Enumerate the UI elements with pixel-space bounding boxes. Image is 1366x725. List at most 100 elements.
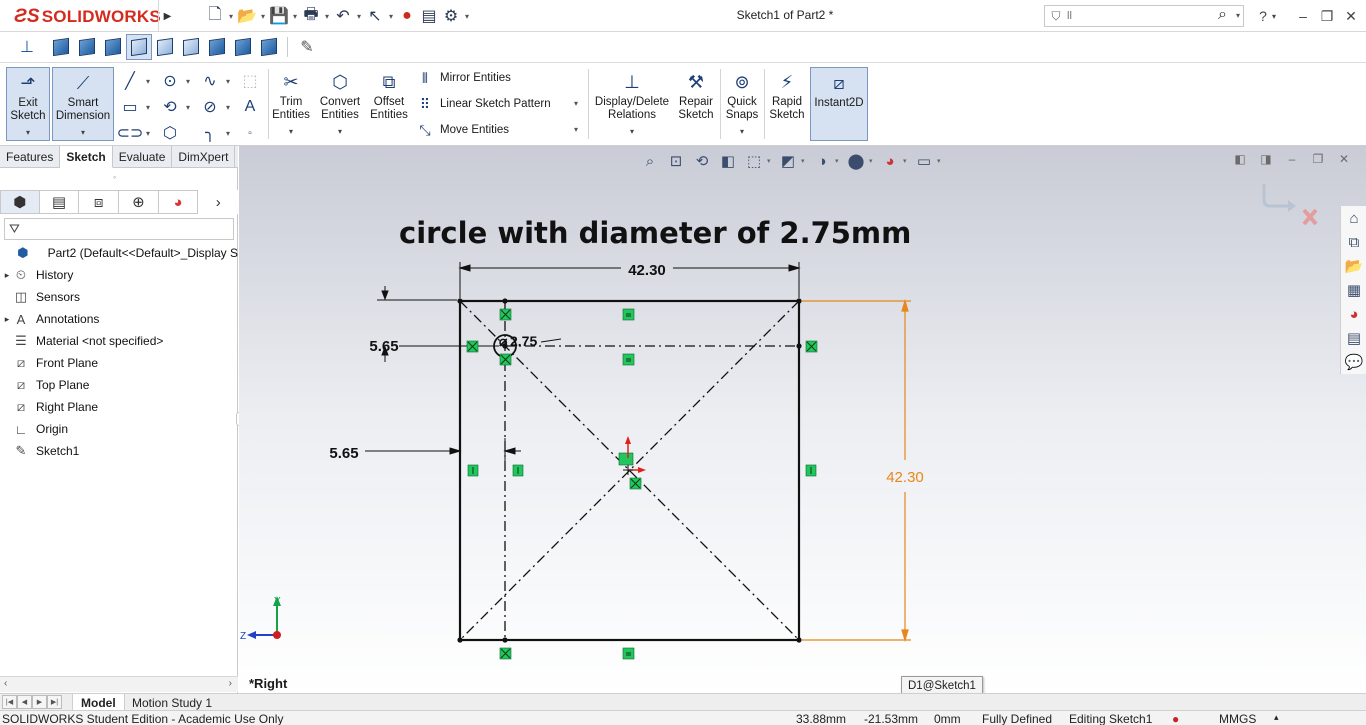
exit-sketch-dropdown[interactable]: ▾ <box>26 126 30 139</box>
undo-dropdown[interactable]: ▾ <box>354 12 364 21</box>
tree-item[interactable]: ⧄ Top Plane <box>0 374 238 396</box>
first-tab-icon[interactable]: |◀ <box>2 695 17 709</box>
right-view-icon[interactable] <box>126 34 152 60</box>
help-dropdown[interactable]: ▾ <box>1268 6 1280 26</box>
tree-item[interactable]: ☰ Material <not specified> <box>0 330 238 352</box>
hide-show-items-icon[interactable]: ◑ <box>809 150 835 172</box>
trim-entities-button[interactable]: ✂ Trim Entities ▾ <box>270 67 312 141</box>
tab-motion-study[interactable]: Motion Study 1 <box>124 694 220 711</box>
new-dropdown[interactable]: ▾ <box>226 12 236 21</box>
tab-model[interactable]: Model <box>72 694 125 711</box>
window-minimize-icon[interactable]: – <box>1282 152 1302 168</box>
undo-icon[interactable]: ↶ <box>332 6 354 26</box>
exit-sketch-button[interactable]: ⬏ Exit Sketch ▾ <box>6 67 50 141</box>
section-view-icon[interactable]: ◧ <box>715 150 741 172</box>
dimension-right-value[interactable]: 42.30 <box>886 469 924 486</box>
rebuild-traffic-light-icon[interactable]: ● <box>396 6 418 26</box>
select-dropdown[interactable]: ▾ <box>386 12 396 21</box>
last-tab-icon[interactable]: ▶| <box>47 695 62 709</box>
circle-icon[interactable]: ⊙ <box>158 71 182 91</box>
smart-dimension-dropdown[interactable]: ▾ <box>81 126 85 139</box>
expand-arrow-icon[interactable]: ▸ <box>2 270 12 281</box>
dimxpert-manager-tab-icon[interactable]: ⊕ <box>119 190 159 214</box>
open-dropdown[interactable]: ▾ <box>258 12 268 21</box>
print-dropdown[interactable]: ▾ <box>322 12 332 21</box>
prev-tab-icon[interactable]: ◀ <box>17 695 32 709</box>
plane-sketch-icon[interactable]: ⬚ <box>238 71 262 91</box>
search-box[interactable]: ⛉ ⌕ ▾ <box>1044 5 1244 27</box>
forum-icon[interactable]: 💬 <box>1341 350 1366 374</box>
options-dropdown[interactable]: ▾ <box>462 12 472 21</box>
apply-scene-icon[interactable]: ◕ <box>877 150 903 172</box>
rectangle-icon[interactable]: ▭ <box>118 97 142 117</box>
polygon-icon[interactable]: ⬡ <box>158 123 182 143</box>
ellipse-icon[interactable]: ⊘ <box>198 97 222 117</box>
display-delete-relations-button[interactable]: ⊥ Display/Delete Relations ▾ <box>592 67 672 141</box>
tree-item[interactable]: ▸ A Annotations <box>0 308 238 330</box>
tab-evaluate[interactable]: Evaluate <box>113 146 173 168</box>
convert-dropdown[interactable]: ▾ <box>338 125 342 138</box>
custom-properties-icon[interactable]: ▤ <box>1341 326 1366 350</box>
select-pointer-icon[interactable]: ↖ <box>364 6 386 26</box>
smart-dimension-button[interactable]: ⟋ Smart Dimension ▾ <box>52 67 114 141</box>
panel-horizontal-scrollbar[interactable]: ‹ › <box>0 676 238 692</box>
display-manager-tab-icon[interactable]: ◕ <box>158 190 199 214</box>
tile-right-icon[interactable]: ◨ <box>1256 152 1276 168</box>
slot-icon[interactable]: ⟲ <box>158 97 182 117</box>
spline-icon[interactable]: ∿ <box>198 71 222 91</box>
view-selector-icon[interactable]: ✎ <box>294 34 320 60</box>
instant2d-button[interactable]: ⧄ Instant2D <box>810 67 868 141</box>
file-explorer-icon[interactable]: 📂 <box>1341 254 1366 278</box>
front-view-icon[interactable] <box>48 34 74 60</box>
tab-dimxpert[interactable]: DimXpert <box>172 146 236 168</box>
configuration-manager-tab-icon[interactable]: ⧈ <box>79 190 120 214</box>
menu-expand-arrow[interactable]: ▶ <box>158 0 176 32</box>
convert-entities-button[interactable]: ⬡ Convert Entities ▾ <box>316 67 364 141</box>
edit-appearance-icon[interactable]: ⬤ <box>843 150 869 172</box>
bottom-view-icon[interactable] <box>178 34 204 60</box>
repair-sketch-button[interactable]: ⚒ Repair Sketch <box>676 67 716 141</box>
units-dropdown[interactable]: ▴ <box>1274 712 1279 723</box>
new-document-icon[interactable]: 🗋 <box>204 6 226 26</box>
solidworks-resources-icon[interactable]: ⌂ <box>1341 206 1366 230</box>
relations-dropdown[interactable]: ▾ <box>630 125 634 138</box>
offset-entities-button[interactable]: ⧉ Offset Entities <box>366 67 412 141</box>
search-dropdown[interactable]: ▾ <box>1236 11 1240 20</box>
options-gear-icon[interactable]: ⚙ <box>440 6 462 26</box>
tree-item[interactable]: ⧄ Right Plane <box>0 396 238 418</box>
save-dropdown[interactable]: ▾ <box>290 12 300 21</box>
previous-view-icon[interactable]: ⟲ <box>689 150 715 172</box>
save-icon[interactable]: 💾 <box>268 6 290 26</box>
move-entities-button[interactable]: ⤡ Move Entities <box>414 120 509 140</box>
exit-sketch-corner-icon[interactable] <box>1262 184 1290 208</box>
quick-snaps-button[interactable]: ⊚ Quick Snaps ▾ <box>722 67 762 141</box>
file-properties-icon[interactable]: ▤ <box>418 6 440 26</box>
tree-item[interactable]: ▸ ⏲ History <box>0 264 238 286</box>
zoom-to-area-icon[interactable]: ⊡ <box>663 150 689 172</box>
search-icon[interactable]: ⌕ <box>1218 6 1227 24</box>
tab-sketch[interactable]: Sketch <box>60 146 113 168</box>
panel-grip-icon[interactable]: ◦ <box>113 172 116 182</box>
text-icon[interactable]: A <box>238 97 262 117</box>
dimension-left-upper-value[interactable]: 5.65 <box>369 338 398 355</box>
trim-dropdown[interactable]: ▾ <box>289 125 293 138</box>
mirror-entities-button[interactable]: ⫴ Mirror Entities <box>414 68 511 88</box>
window-close-icon[interactable]: ✕ <box>1334 152 1354 168</box>
left-view-icon[interactable] <box>100 34 126 60</box>
tab-features[interactable]: Features <box>0 146 61 168</box>
rapid-sketch-button[interactable]: ⚡ Rapid Sketch <box>766 67 808 141</box>
tree-item[interactable]: ✎ Sketch1 <box>0 440 238 462</box>
expand-arrow-icon[interactable]: ▸ <box>2 314 12 325</box>
dimension-top-value[interactable]: 42.30 <box>628 262 666 279</box>
next-tab-icon[interactable]: ▶ <box>32 695 47 709</box>
display-style-icon[interactable]: ◩ <box>775 150 801 172</box>
tree-filter[interactable]: ⛛ <box>4 218 234 240</box>
tree-item[interactable]: ⬢ Part2 (Default<<Default>_Display S <box>0 242 238 264</box>
linear-pattern-dropdown[interactable]: ▾ <box>574 99 578 108</box>
line-icon[interactable]: ╱ <box>118 71 142 91</box>
trimetric-view-icon[interactable] <box>230 34 256 60</box>
normal-to-icon[interactable]: ⊥ <box>14 34 40 60</box>
view-orientation-icon[interactable]: ⬚ <box>741 150 767 172</box>
open-folder-icon[interactable]: 📂 <box>236 6 258 26</box>
isometric-view-icon[interactable] <box>204 34 230 60</box>
